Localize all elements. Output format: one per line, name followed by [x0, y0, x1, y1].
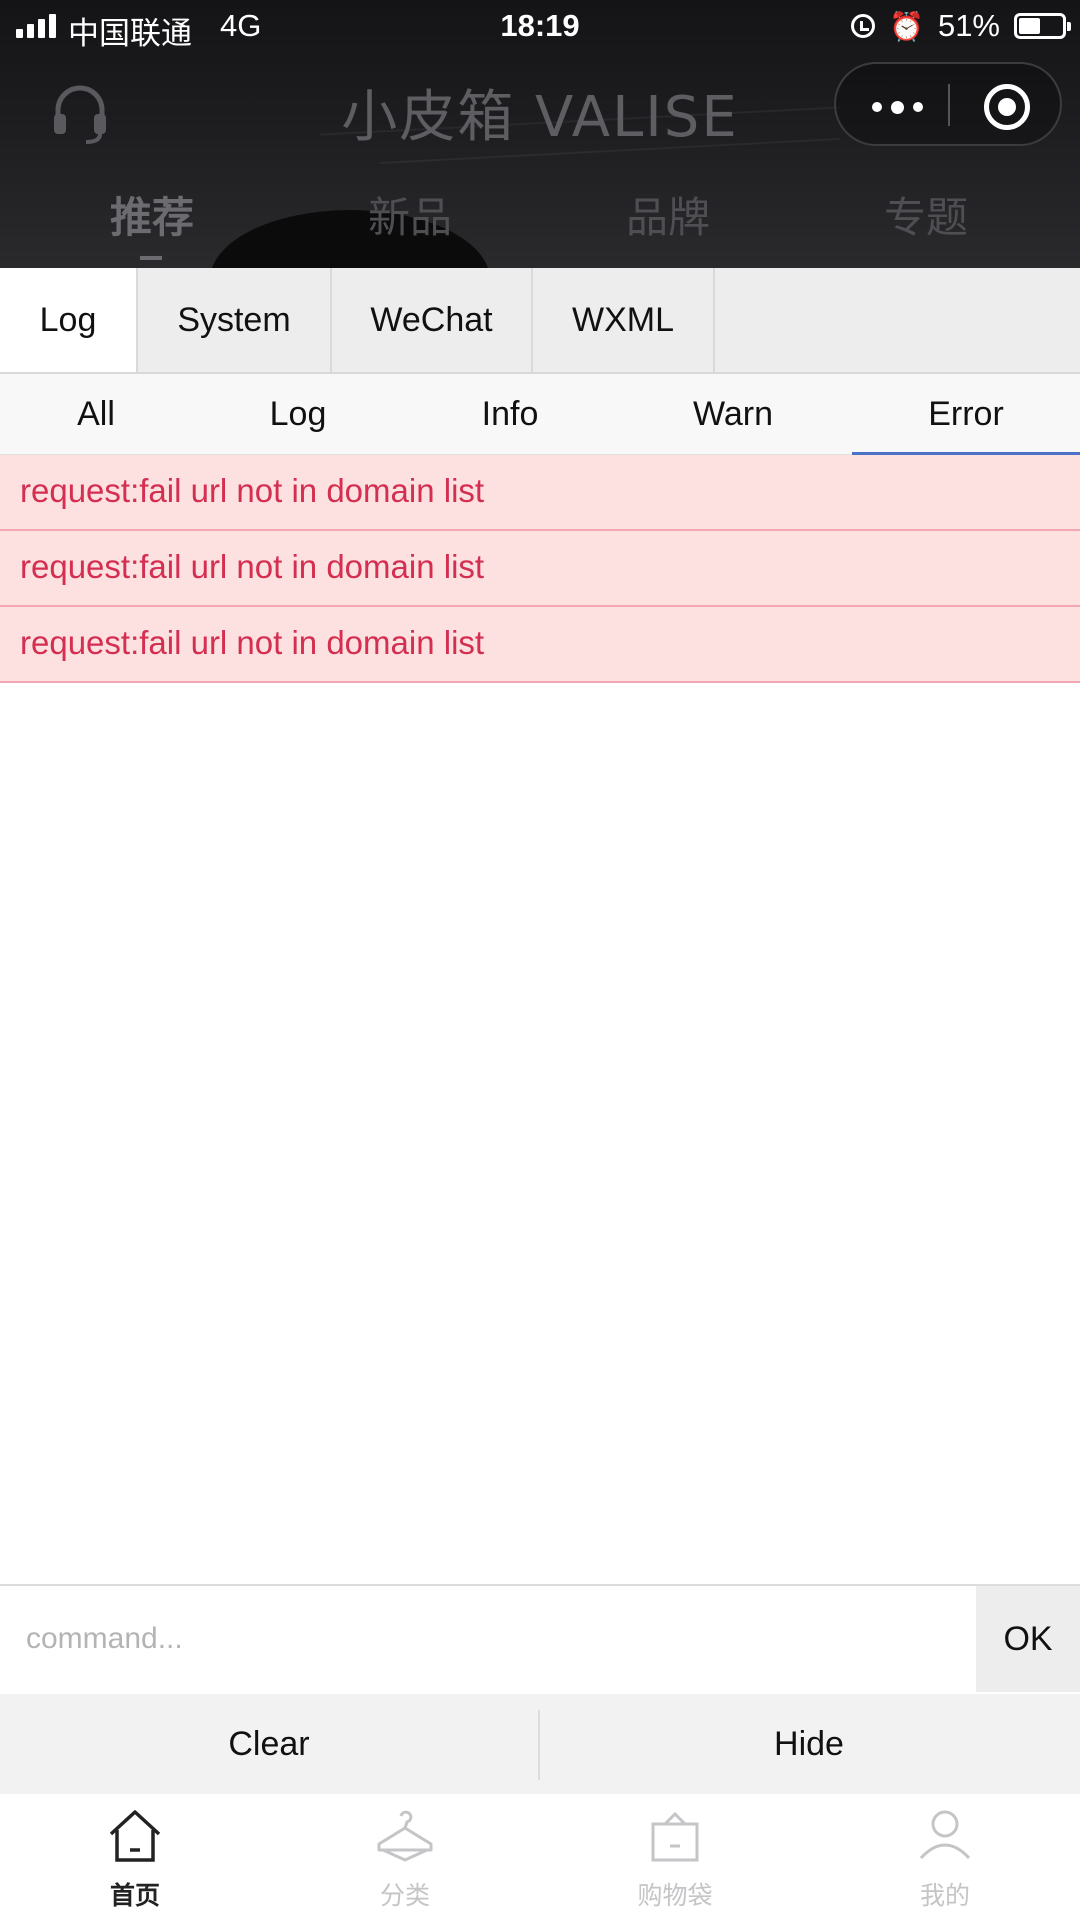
battery-percent: 51%: [937, 8, 1000, 43]
tabbar-label: 首页: [109, 1881, 160, 1910]
status-bar: 中国联通 4G 18:19 ⏰ 51%: [0, 0, 1080, 54]
filter-log[interactable]: Log: [270, 374, 327, 454]
home-icon: [109, 1810, 161, 1862]
log-entry-error: request:fail url not in domain list: [0, 455, 1080, 531]
more-dots-icon[interactable]: [872, 100, 923, 114]
log-entry-error: request:fail url not in domain list: [0, 607, 1080, 683]
alarm-icon: ⏰: [889, 10, 924, 42]
tab-recommend[interactable]: 推荐: [110, 184, 194, 245]
filter-warn[interactable]: Warn: [693, 374, 773, 454]
tabbar-profile[interactable]: 我的: [810, 1794, 1080, 1920]
profile-icon: [919, 1810, 971, 1860]
tabbar-label: 我的: [919, 1881, 970, 1910]
app-header: 中国联通 4G 18:19 ⏰ 51% 小皮箱 VALISE 推荐 新品 品牌 …: [0, 0, 1080, 268]
active-tab-indicator: [140, 256, 162, 260]
record-icon[interactable]: [984, 84, 1030, 130]
tab-brands[interactable]: 品牌: [626, 184, 710, 245]
console-actions: Clear Hide: [0, 1694, 1080, 1794]
bottom-tab-bar: 首页 分类 购物袋 我的: [0, 1794, 1080, 1920]
tabbar-category[interactable]: 分类: [270, 1794, 540, 1920]
ok-button[interactable]: OK: [976, 1586, 1080, 1692]
hide-button[interactable]: Hide: [540, 1694, 1078, 1794]
clear-button[interactable]: Clear: [0, 1694, 538, 1794]
filter-info[interactable]: Info: [482, 374, 539, 454]
tabbar-label: 购物袋: [637, 1881, 713, 1910]
command-bar: OK: [0, 1584, 1080, 1696]
shopping-bag-icon: [651, 1811, 699, 1862]
log-entry-error: request:fail url not in domain list: [0, 531, 1080, 607]
console-filter-tabs: All Log Info Warn Error: [0, 374, 1080, 455]
tabbar-bag[interactable]: 购物袋: [540, 1794, 810, 1920]
tab-topics[interactable]: 专题: [884, 184, 968, 245]
tab-new[interactable]: 新品: [368, 184, 452, 245]
hanger-icon: [377, 1810, 433, 1862]
tab-system[interactable]: System: [138, 268, 332, 372]
filter-error[interactable]: Error: [928, 374, 1004, 454]
tabbar-label: 分类: [379, 1881, 430, 1910]
battery-icon: [1014, 13, 1071, 39]
rotation-lock-icon: [851, 14, 876, 38]
tab-wechat[interactable]: WeChat: [332, 268, 533, 372]
category-tabs: 推荐 新品 品牌 专题: [0, 184, 1080, 244]
tab-wxml[interactable]: WXML: [533, 268, 715, 372]
mini-program-capsule: [834, 62, 1062, 146]
console-main-tabs: Log System WeChat WXML: [0, 268, 1080, 374]
tab-log[interactable]: Log: [0, 268, 138, 372]
filter-all[interactable]: All: [77, 374, 115, 454]
log-list: request:fail url not in domain list requ…: [0, 455, 1080, 683]
tabbar-home[interactable]: 首页: [0, 1794, 270, 1920]
command-input[interactable]: [0, 1586, 974, 1692]
